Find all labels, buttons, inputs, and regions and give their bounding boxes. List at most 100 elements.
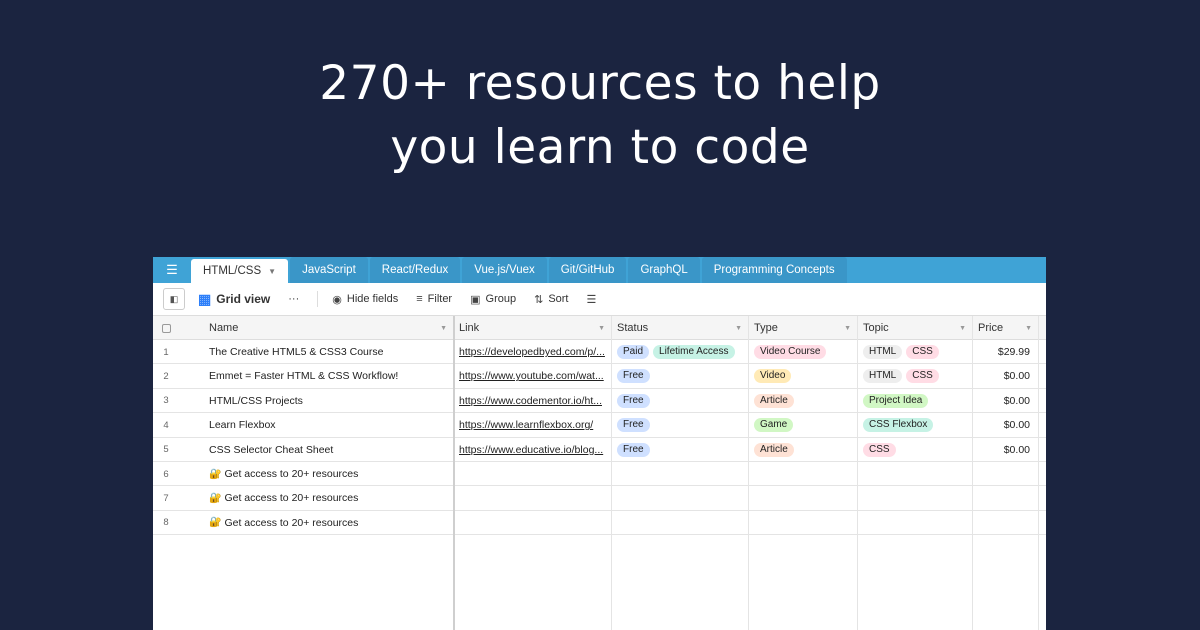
type-cell[interactable]: Article [748, 438, 857, 462]
resource-link[interactable]: https://www.youtube.com/wat... [459, 370, 604, 382]
status-cell[interactable]: Free [611, 364, 748, 388]
status-cell[interactable]: Free [611, 389, 748, 413]
name-cell[interactable]: 🔐 Get access to 20+ resources [203, 462, 453, 486]
row-height-button[interactable]: ☰ [587, 293, 602, 306]
table-row[interactable]: 2 Emmet = Faster HTML & CSS Workflow! http… [153, 364, 1046, 389]
type-cell[interactable]: Video [748, 364, 857, 388]
tab-javascript[interactable]: JavaScript [290, 257, 368, 283]
topic-cell[interactable]: CSS Flexbox [857, 413, 972, 437]
link-cell[interactable] [453, 511, 611, 535]
link-cell[interactable] [453, 462, 611, 486]
topic-cell[interactable] [857, 511, 972, 535]
resource-link[interactable]: https://developedbyed.com/p/... [459, 346, 605, 358]
price-cell[interactable] [972, 462, 1038, 486]
column-header-status[interactable]: Status ▼ [611, 316, 748, 340]
topic-cell[interactable] [857, 462, 972, 486]
name-cell[interactable]: HTML/CSS Projects [203, 389, 453, 413]
chevron-down-icon[interactable]: ▼ [844, 325, 851, 332]
price-cell[interactable] [972, 511, 1038, 535]
link-cell[interactable]: https://developedbyed.com/p/... [453, 340, 611, 364]
headline: 270+ resources to help you learn to code [0, 52, 1200, 180]
chevron-down-icon[interactable]: ▼ [735, 325, 742, 332]
status-cell[interactable]: Free [611, 413, 748, 437]
sort-button[interactable]: ⇅ Sort [534, 293, 568, 306]
table-row[interactable]: 3 HTML/CSS Projects https://www.codementor… [153, 389, 1046, 414]
grid-view-button[interactable]: ▦ Grid view [198, 291, 270, 308]
status-cell[interactable]: Paid Lifetime Access [611, 340, 748, 364]
link-cell[interactable]: https://www.youtube.com/wat... [453, 364, 611, 388]
status-cell[interactable] [611, 511, 748, 535]
row-number: 1 [163, 346, 169, 358]
topic-cell[interactable]: Project Idea [857, 389, 972, 413]
type-cell[interactable] [748, 462, 857, 486]
table-row[interactable]: 6 🔐 Get access to 20+ resources [153, 462, 1046, 487]
type-cell[interactable] [748, 486, 857, 510]
table-row[interactable]: 8 🔐 Get access to 20+ resources [153, 511, 1046, 536]
hamburger-menu-icon[interactable]: ☰ [153, 257, 191, 283]
type-cell[interactable]: Article [748, 389, 857, 413]
name-cell[interactable]: CSS Selector Cheat Sheet [203, 438, 453, 462]
name-cell[interactable]: The Creative HTML5 & CSS3 Course [203, 340, 453, 364]
group-icon: ▣ [470, 293, 481, 306]
column-header-type[interactable]: Type ▼ [748, 316, 857, 340]
price-cell[interactable]: $0.00 [972, 364, 1038, 388]
name-text: Get access to 20+ resources [224, 516, 359, 529]
link-cell[interactable]: https://www.codementor.io/ht... [453, 389, 611, 413]
select-all-checkbox[interactable] [153, 316, 179, 340]
link-cell[interactable]: https://www.learnflexbox.org/ [453, 413, 611, 437]
table-row[interactable]: 4 Learn Flexbox https://www.learnflexbox.o… [153, 413, 1046, 438]
topic-cell[interactable]: HTML CSS [857, 364, 972, 388]
tab-graphql[interactable]: GraphQL [628, 257, 700, 283]
chevron-down-icon[interactable]: ▼ [1025, 325, 1032, 332]
group-button[interactable]: ▣ Group [470, 293, 516, 306]
tab-html-css[interactable]: HTML/CSS ▼ [191, 259, 289, 283]
type-cell[interactable]: Game [748, 413, 857, 437]
status-cell[interactable] [611, 462, 748, 486]
price-cell[interactable]: $29.99 [972, 340, 1038, 364]
name-cell[interactable]: Learn Flexbox [203, 413, 453, 437]
resource-link[interactable]: https://www.codementor.io/ht... [459, 395, 602, 407]
topic-cell[interactable] [857, 486, 972, 510]
table-row[interactable]: 5 CSS Selector Cheat Sheet https://www.edu… [153, 438, 1046, 462]
hide-fields-button[interactable]: ◉ Hide fields [332, 293, 398, 306]
chevron-down-icon[interactable]: ▼ [440, 325, 447, 332]
resource-link[interactable]: https://www.educative.io/blog... [459, 444, 603, 456]
price-cell[interactable]: $0.00 [972, 413, 1038, 437]
column-price-label: Price [978, 322, 1004, 334]
chevron-down-icon[interactable]: ▼ [959, 325, 966, 332]
sidebar-toggle-icon[interactable]: ◧ [163, 288, 185, 310]
price-value: $0.00 [1003, 394, 1030, 407]
name-cell[interactable]: 🔐 Get access to 20+ resources [203, 486, 453, 510]
status-cell[interactable] [611, 486, 748, 510]
column-header-topic[interactable]: Topic ▼ [857, 316, 972, 340]
column-header-price[interactable]: Price ▼ [972, 316, 1038, 340]
tab-caret-icon[interactable]: ▼ [268, 267, 276, 276]
filter-button[interactable]: ≡ Filter [416, 293, 452, 305]
link-cell[interactable] [453, 486, 611, 510]
tab-react-redux[interactable]: React/Redux [369, 257, 461, 283]
name-cell[interactable]: 🔐 Get access to 20+ resources [203, 511, 453, 535]
name-cell[interactable]: Emmet = Faster HTML & CSS Workflow! [203, 364, 453, 388]
table-row[interactable]: 7 🔐 Get access to 20+ resources [153, 486, 1046, 511]
tab-programming-concepts[interactable]: Programming Concepts [701, 257, 847, 283]
topic-cell[interactable]: CSS [857, 438, 972, 462]
column-header-link[interactable]: Link ▼ [453, 316, 611, 340]
type-cell[interactable] [748, 511, 857, 535]
tab-vue-js-vuex[interactable]: Vue.js/Vuex [462, 257, 547, 283]
status-cell[interactable]: Free [611, 438, 748, 462]
table-row[interactable]: 1 The Creative HTML5 & CSS3 Course https:/… [153, 340, 1046, 365]
more-options-button[interactable]: ··· [288, 293, 299, 305]
price-cell[interactable]: $0.00 [972, 438, 1038, 462]
tab-git-github[interactable]: Git/GitHub [548, 257, 627, 283]
type-cell[interactable]: Video Course [748, 340, 857, 364]
resource-link[interactable]: https://www.learnflexbox.org/ [459, 419, 593, 431]
frozen-column-divider[interactable] [453, 316, 455, 630]
price-cell[interactable]: $0.00 [972, 389, 1038, 413]
column-header-name[interactable]: Name ▼ [203, 316, 453, 340]
topic-cell[interactable]: HTML CSS [857, 340, 972, 364]
link-cell[interactable]: https://www.educative.io/blog... [453, 438, 611, 462]
status-tag: Lifetime Access [653, 345, 735, 359]
chevron-down-icon[interactable]: ▼ [598, 325, 605, 332]
name-text: Emmet = Faster HTML & CSS Workflow! [209, 370, 399, 383]
price-cell[interactable] [972, 486, 1038, 510]
